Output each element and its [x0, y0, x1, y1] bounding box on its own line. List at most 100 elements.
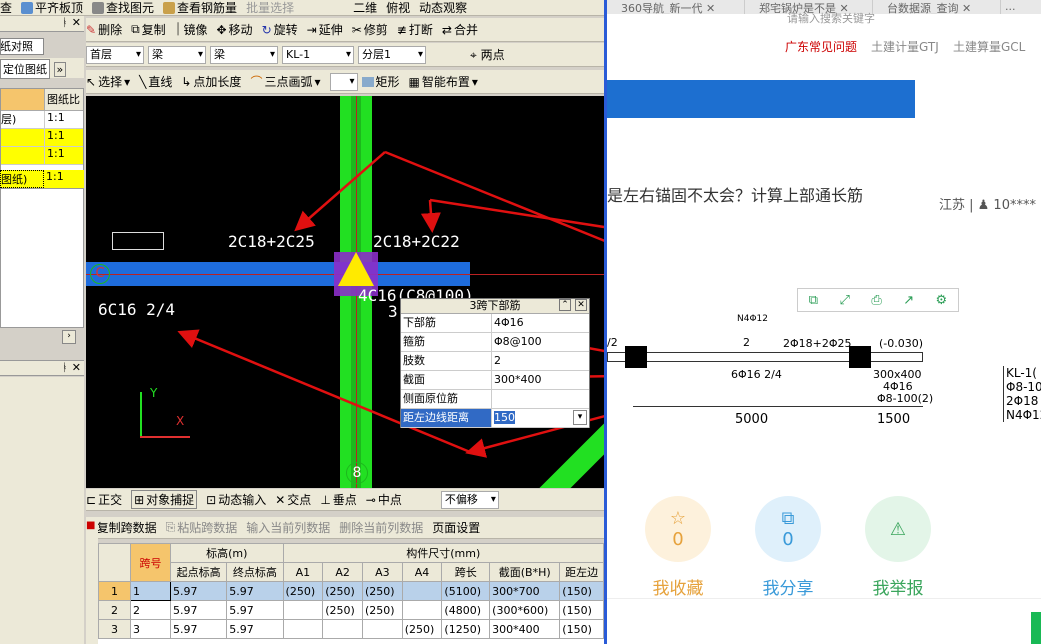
intersect-snap[interactable]: ✕ 交点: [275, 491, 311, 508]
grid-cell[interactable]: 300*400: [489, 619, 561, 639]
grid-cell[interactable]: 1: [130, 581, 171, 601]
grid-cell[interactable]: 5.97: [226, 600, 284, 620]
grid-toolbar: ⧉复制跨数据 ⎘粘贴跨数据 输入当前列数据 删除当前列数据 页面设置: [86, 517, 604, 539]
nav-link-gd[interactable]: 广东常见问题: [785, 38, 857, 55]
grid-cell[interactable]: (250): [401, 619, 443, 639]
grid-cell[interactable]: (250): [361, 581, 403, 601]
nav-link-gtj[interactable]: 土建计量GTJ: [871, 38, 939, 55]
grid-cell[interactable]: (150): [559, 619, 604, 639]
copy-icon[interactable]: ⧉: [809, 293, 818, 308]
input-column-label: 输入当前列数据: [246, 521, 331, 535]
grid-cell[interactable]: (150): [559, 581, 604, 601]
close-icon[interactable]: ✕: [575, 299, 587, 311]
grid-cell[interactable]: (250): [322, 581, 363, 601]
prop-row[interactable]: 截面 300*400: [401, 371, 589, 390]
grid-cell[interactable]: [401, 581, 443, 601]
favorite-button[interactable]: ☆ 0: [645, 496, 711, 562]
grid-cell[interactable]: (250): [322, 600, 363, 620]
popup-title: 3跨下部筋: [469, 299, 521, 312]
ortho-toggle[interactable]: ⊏ 正交: [86, 491, 122, 508]
grid-cell[interactable]: (250): [282, 581, 324, 601]
prop-row[interactable]: 下部筋 4Φ16: [401, 314, 589, 333]
grid-cell[interactable]: [401, 600, 443, 620]
prop-row[interactable]: 侧面原位筋: [401, 390, 589, 409]
grid-cell[interactable]: 300*700: [489, 581, 561, 601]
browser-window: 360导航_新一代 ✕ 郑宅锅炉是不是 ✕ 台数据源_查询 ✕ ... 请输入搜…: [607, 0, 1041, 644]
grid-cell[interactable]: [361, 619, 403, 639]
share-button[interactable]: ⧉ 0: [755, 496, 821, 562]
collapse-icon[interactable]: ⌃: [559, 299, 571, 311]
prop-value[interactable]: 2: [492, 352, 589, 370]
browser-tab[interactable]: 360导航_新一代 ✕: [607, 0, 745, 14]
browser-tab[interactable]: ...: [1001, 0, 1016, 14]
prop-key: 距左边线距离: [401, 409, 492, 427]
share-icon[interactable]: ↗: [903, 293, 914, 308]
search-hint[interactable]: 请输入搜索关键字: [787, 10, 875, 26]
dynamic-input-label: 动态输入: [218, 493, 267, 507]
midpoint-snap[interactable]: ⊸ 中点: [366, 491, 402, 508]
prop-value[interactable]: 150 ▾: [492, 409, 589, 427]
prop-value[interactable]: 300*400: [492, 371, 589, 389]
paste-span-button[interactable]: ⎘ 粘贴跨数据: [166, 519, 238, 536]
grid-cell[interactable]: 5.97: [169, 600, 228, 620]
row-index: 2: [98, 600, 131, 620]
prop-value[interactable]: 4Φ16: [492, 314, 589, 332]
grid-cell[interactable]: 2: [130, 600, 171, 620]
share-icon: ⧉: [781, 508, 795, 529]
save-icon[interactable]: ⎙: [871, 293, 881, 308]
drawing-column: [625, 346, 647, 368]
grid-cell[interactable]: [282, 619, 324, 639]
dynamic-input-toggle[interactable]: ⊡ 动态输入: [206, 491, 266, 508]
table-row[interactable]: 2 2 5.97 5.97 (250) (250) (4800) (300*60…: [98, 600, 604, 620]
prop-row-selected[interactable]: 距左边线距离 150 ▾: [401, 409, 589, 428]
prop-value[interactable]: [492, 390, 589, 408]
grid-cell[interactable]: (4800): [441, 600, 491, 620]
nav-link-gcl[interactable]: 土建算量GCL: [953, 38, 1025, 55]
browser-tab-label: 360导航_新一代: [621, 2, 703, 14]
grid-cell[interactable]: (1250): [441, 619, 491, 639]
expand-icon[interactable]: ⤢: [839, 293, 849, 308]
gear-icon[interactable]: ⚙: [936, 293, 948, 308]
browser-tab[interactable]: 台数据源_查询 ✕: [873, 0, 1001, 14]
perpendicular-icon: ⊥: [320, 492, 331, 507]
table-row[interactable]: 3 3 5.97 5.97 (250) (1250) 300*400 (150): [98, 619, 604, 639]
grid-cell[interactable]: [282, 600, 324, 620]
dimension-span1: 5000: [735, 412, 769, 427]
grid-cell[interactable]: (250): [361, 600, 403, 620]
side-widget[interactable]: [1031, 612, 1041, 644]
prop-row[interactable]: 箍筋 Φ8@100: [401, 333, 589, 352]
offset-select[interactable]: 不偏移: [440, 490, 499, 509]
side-note-line: KL-1(: [1006, 366, 1037, 380]
prop-value[interactable]: Φ8@100: [492, 333, 589, 351]
grid-header-row: 跨号 标高(m) 构件尺寸(mm): [98, 543, 604, 582]
grid-cell[interactable]: (300*600): [489, 600, 561, 620]
delete-column-button[interactable]: 删除当前列数据: [339, 519, 423, 536]
grid-cell[interactable]: (150): [559, 600, 604, 620]
object-snap-toggle[interactable]: ⊞ 对象捕捉: [131, 490, 198, 509]
warning-icon: ⚠: [889, 518, 907, 540]
drawing-text: 2: [743, 336, 750, 349]
prop-row[interactable]: 肢数 2: [401, 352, 589, 371]
grid-cell[interactable]: 5.97: [226, 581, 284, 601]
grid-cell[interactable]: (5100): [441, 581, 491, 601]
grid-cell[interactable]: [322, 619, 363, 639]
perpendicular-label: 垂点: [332, 493, 357, 507]
prop-key: 下部筋: [401, 314, 492, 332]
grid-cell[interactable]: 5.97: [226, 619, 284, 639]
side-note-line: N4Φ12: [1006, 408, 1041, 422]
perpendicular-snap[interactable]: ⊥ 垂点: [320, 491, 356, 508]
table-row[interactable]: 1 1 5.97 5.97 (250) (250) (250) (5100) 3…: [98, 581, 604, 601]
chevron-down-icon[interactable]: ▾: [573, 410, 587, 425]
grid-subheader: 截面(B*H): [489, 562, 561, 582]
report-button[interactable]: ⚠: [865, 496, 931, 562]
grid-cell[interactable]: 5.97: [169, 581, 228, 601]
grid-cell[interactable]: 5.97: [169, 619, 228, 639]
grid-cell[interactable]: 3: [130, 619, 171, 639]
input-column-button[interactable]: 输入当前列数据: [246, 519, 330, 536]
midpoint-label: 中点: [377, 493, 402, 507]
share-label: 我分享: [762, 579, 814, 599]
span-grid: 跨号 标高(m) 构件尺寸(mm) 起点标高 终点标高 A1 A2 A3 A4 …: [98, 543, 604, 644]
midpoint-icon: ⊸: [365, 492, 376, 507]
ortho-icon: ⊏: [86, 492, 97, 507]
page-setup-button[interactable]: 页面设置: [432, 519, 480, 536]
